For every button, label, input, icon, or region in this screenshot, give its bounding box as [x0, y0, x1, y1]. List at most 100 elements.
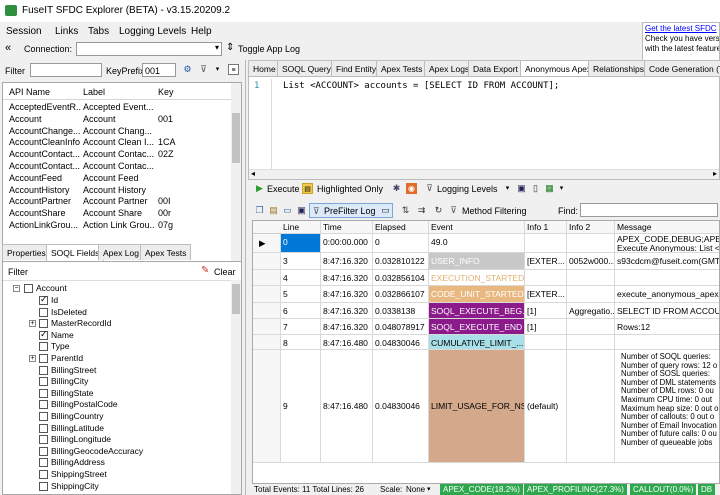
refresh-icon[interactable]: ↻	[433, 205, 444, 216]
field-checkbox[interactable]	[39, 470, 48, 479]
field-checkbox[interactable]	[39, 342, 48, 352]
scroll-right-icon[interactable]: ▸	[713, 169, 717, 178]
table-row[interactable]: AccountFeed Account Feed	[3, 172, 231, 185]
field-checkbox[interactable]	[39, 365, 48, 375]
collapse-icon[interactable]: −	[13, 285, 20, 292]
save-log-icon[interactable]: ▣	[296, 205, 307, 216]
collapse-panel-button[interactable]: «	[5, 42, 11, 54]
table-row[interactable]: AccountChange... Account Chang...	[3, 125, 231, 138]
log-row[interactable]: 8 8:47:16.480 0.04830046 CUMULATIVE_LIMIT_.…	[253, 335, 719, 350]
code-editor[interactable]: 1 List <ACCOUNT> accounts = [SELECT ID F…	[248, 76, 720, 180]
tab-properties[interactable]: Properties	[2, 244, 51, 260]
expand-icon[interactable]: +	[29, 355, 36, 362]
bug-icon[interactable]: ✱	[391, 183, 402, 194]
scale-dropdown-icon[interactable]: ▾	[427, 485, 431, 493]
folder-icon[interactable]: ▭	[282, 205, 293, 216]
new-doc-icon[interactable]: ▯	[530, 183, 541, 194]
field-checkbox[interactable]	[39, 458, 48, 468]
paste-icon[interactable]: ▤	[268, 205, 279, 216]
tab-anonymous-apex[interactable]: Anonymous Apex	[520, 60, 597, 77]
field-checkbox[interactable]	[39, 446, 48, 456]
field-checkbox[interactable]	[39, 423, 48, 433]
log-col-info-1[interactable]: Info 1	[525, 221, 567, 234]
field-checkbox[interactable]	[39, 481, 48, 491]
col-label[interactable]: Label	[83, 87, 105, 97]
log-col-elapsed[interactable]: Elapsed	[373, 221, 429, 234]
table-row[interactable]: AccountPartner Account Partner 00I	[3, 195, 231, 208]
log-col-event[interactable]: Event	[429, 221, 525, 234]
menu-tabs[interactable]: Tabs	[88, 26, 109, 37]
log-icon[interactable]: ◉	[406, 183, 417, 194]
table-row[interactable]: AccountHistory Account History	[3, 184, 231, 197]
expand-icon[interactable]: +	[29, 320, 36, 328]
tab-apex-tests[interactable]: Apex Tests	[140, 244, 192, 260]
root-checkbox[interactable]	[24, 284, 33, 293]
scale-select[interactable]: None	[406, 485, 425, 494]
highlighted-only-button[interactable]: Highlighted Only	[317, 184, 383, 194]
tab-apex-logs[interactable]: Apex Logs	[424, 60, 475, 76]
field-checkbox[interactable]	[39, 400, 48, 410]
collapse-log-icon[interactable]: ▭	[380, 205, 391, 216]
indent-icon[interactable]: ⇉	[416, 205, 427, 216]
log-row[interactable]: ▶ 0 0:00:00.000 0 49.0 APEX_CODE,DEBUG;APEX Ex…	[253, 234, 719, 253]
log-row[interactable]: 5 8:47:16.320 0.032866107 CODE_UNIT_STARTED…	[253, 286, 719, 303]
col-api-name[interactable]: API Name	[9, 87, 50, 97]
tab-find-entity[interactable]: Find Entity	[331, 60, 382, 76]
log-row[interactable]: 7 8:47:16.320 0.048078917 SOQL_EXECUTE_END[…	[253, 319, 719, 335]
table-row[interactable]: AccountShare Account Share 00r	[3, 207, 231, 220]
tab-apex-log[interactable]: Apex Log	[98, 244, 144, 260]
tab-code-generation[interactable]: Code Generation (T4	[644, 60, 720, 76]
log-col-time[interactable]: Time	[321, 221, 373, 234]
schema-icon[interactable]: ⚙	[182, 64, 193, 75]
eraser-icon[interactable]: ✎	[201, 265, 209, 276]
log-row[interactable]: 4 8:47:16.320 0.032856104 EXECUTION_STARTED	[253, 270, 719, 286]
tab-soql-fields[interactable]: SOQL Fields	[46, 244, 105, 261]
field-checkbox[interactable]	[39, 435, 48, 445]
find-input[interactable]	[580, 203, 718, 217]
object-filter-input[interactable]	[30, 63, 102, 77]
save-icon[interactable]: ▣	[516, 183, 527, 194]
field-checkbox[interactable]	[39, 329, 48, 340]
objects-scrollbar[interactable]	[231, 83, 241, 262]
table-row[interactable]: AccountContact... Account Contac...	[3, 160, 231, 173]
col-key[interactable]: Key	[158, 87, 174, 97]
tab-data-export[interactable]: Data Export	[468, 60, 523, 76]
table-row[interactable]: Account Account 001	[3, 113, 231, 126]
log-col-message[interactable]: Message	[615, 221, 719, 234]
menu-logging-levels[interactable]: Logging Levels	[119, 26, 186, 37]
field-checkbox[interactable]	[39, 388, 48, 398]
logging-dropdown-icon[interactable]: ▾	[502, 183, 513, 194]
keyprefix-input[interactable]: 001	[142, 63, 176, 77]
update-link[interactable]: Get the latest SFDC	[645, 24, 717, 34]
editor-hscrollbar[interactable]: ◂ ▸	[249, 169, 719, 179]
table-row[interactable]: ActionLinkGrou... Action Link Grou... 07g	[3, 219, 231, 232]
play-icon[interactable]: ▶	[254, 183, 265, 194]
method-filtering-button[interactable]: Method Filtering	[462, 206, 527, 216]
logging-levels-button[interactable]: Logging Levels	[437, 184, 498, 194]
field-checkbox[interactable]	[39, 319, 48, 329]
log-row[interactable]: 6 8:47:16.320 0.0338138 SOQL_EXECUTE_BEG...…	[253, 303, 719, 319]
copy-icon[interactable]: ❐	[254, 205, 265, 216]
scroll-left-icon[interactable]: ◂	[251, 169, 255, 178]
execute-button[interactable]: Execute	[267, 184, 300, 194]
excel-icon[interactable]: ▦	[544, 183, 555, 194]
field-checkbox[interactable]	[39, 412, 48, 421]
field-checkbox[interactable]	[39, 377, 48, 387]
field-checkbox[interactable]	[39, 354, 48, 363]
export-dropdown-icon[interactable]: ▾	[556, 183, 567, 194]
field-checkbox[interactable]	[39, 307, 48, 317]
filter-dropdown-icon[interactable]: ▾	[212, 64, 223, 75]
log-row[interactable]: 9 8:47:16.480 0.04830046 LIMIT_USAGE_FOR_NS…	[253, 350, 719, 463]
menu-help[interactable]: Help	[191, 26, 212, 37]
menu-links[interactable]: Links	[55, 26, 78, 37]
fields-scrollbar[interactable]	[231, 280, 241, 494]
menu-session[interactable]: Session	[6, 26, 42, 37]
fields-scroll-thumb[interactable]	[232, 284, 240, 314]
sort-icon[interactable]: ⇅	[400, 205, 411, 216]
toggle-app-log-button[interactable]: Toggle App Log	[238, 44, 300, 54]
filter-icon[interactable]: ⊽	[198, 64, 209, 75]
tab-relationships[interactable]: Relationships	[588, 60, 650, 76]
tab-apex-tests-main[interactable]: Apex Tests	[376, 60, 428, 76]
tab-home[interactable]: Home	[248, 60, 281, 76]
export-icon[interactable]: ≡	[228, 64, 239, 75]
